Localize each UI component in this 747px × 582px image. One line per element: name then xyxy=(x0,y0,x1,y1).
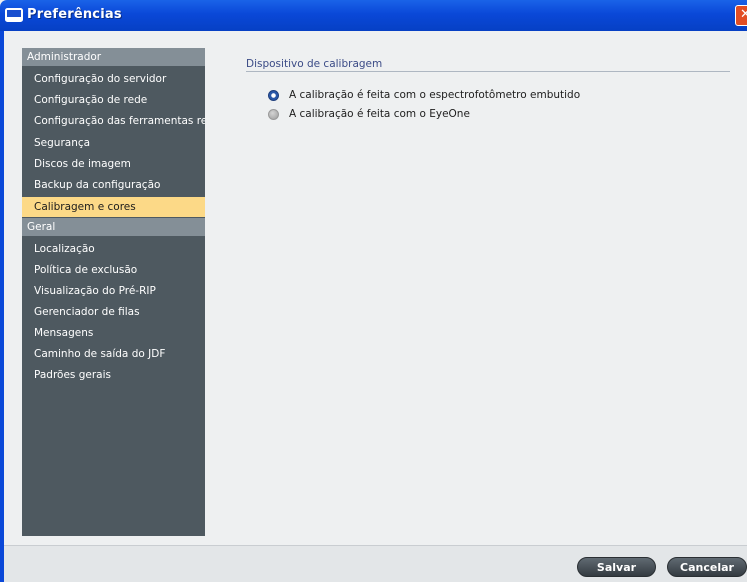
radio-option-label: A calibração é feita com o EyeOne xyxy=(289,108,470,120)
radio-option-eyeone[interactable]: A calibração é feita com o EyeOne xyxy=(268,106,470,122)
sidebar-item-configuracao-servidor[interactable]: Configuração do servidor xyxy=(22,69,205,89)
title-bar[interactable]: Preferências ✕ xyxy=(0,0,747,31)
sidebar-item-configuracao-rede[interactable]: Configuração de rede xyxy=(22,90,205,110)
save-button[interactable]: Salvar xyxy=(577,557,656,577)
preferences-window: Preferências ✕ Administrador Configuraçã… xyxy=(0,0,747,582)
sidebar-item-mensagens[interactable]: Mensagens xyxy=(22,323,205,343)
section-divider xyxy=(246,71,730,72)
window-title: Preferências xyxy=(27,7,122,22)
sidebar-item-gerenciador-filas[interactable]: Gerenciador de filas xyxy=(22,302,205,322)
close-button[interactable]: ✕ xyxy=(735,5,747,26)
sidebar-item-caminho-jdf[interactable]: Caminho de saída do JDF xyxy=(22,344,205,364)
sidebar-group-administrador[interactable]: Administrador xyxy=(22,48,205,66)
sidebar-item-visualizacao-pre-rip[interactable]: Visualização do Pré-RIP xyxy=(22,281,205,301)
sidebar-item-localizacao[interactable]: Localização xyxy=(22,239,205,259)
sidebar-item-discos-imagem[interactable]: Discos de imagem xyxy=(22,154,205,174)
sidebar-item-calibragem-cores[interactable]: Calibragem e cores xyxy=(22,197,205,217)
sidebar-item-politica-exclusao[interactable]: Política de exclusão xyxy=(22,260,205,280)
radio-option-espectrofotometro[interactable]: A calibração é feita com o espectrofotôm… xyxy=(268,87,580,103)
window-icon xyxy=(5,8,23,22)
radio-option-label: A calibração é feita com o espectrofotôm… xyxy=(289,89,581,101)
sidebar-item-backup-configuracao[interactable]: Backup da configuração xyxy=(22,175,205,195)
section-title: Dispositivo de calibragem xyxy=(246,58,383,70)
radio-selected-icon[interactable] xyxy=(268,89,279,101)
sidebar-item-seguranca[interactable]: Segurança xyxy=(22,133,205,153)
radio-unselected-icon[interactable] xyxy=(268,108,279,120)
sidebar-item-padroes-gerais[interactable]: Padrões gerais xyxy=(22,365,205,385)
cancel-button[interactable]: Cancelar xyxy=(667,557,747,577)
sidebar-group-geral[interactable]: Geral xyxy=(22,218,205,236)
sidebar-item-configuracao-ferramentas[interactable]: Configuração das ferramentas re... xyxy=(22,111,205,131)
sidebar: Administrador Configuração do servidor C… xyxy=(22,48,205,536)
